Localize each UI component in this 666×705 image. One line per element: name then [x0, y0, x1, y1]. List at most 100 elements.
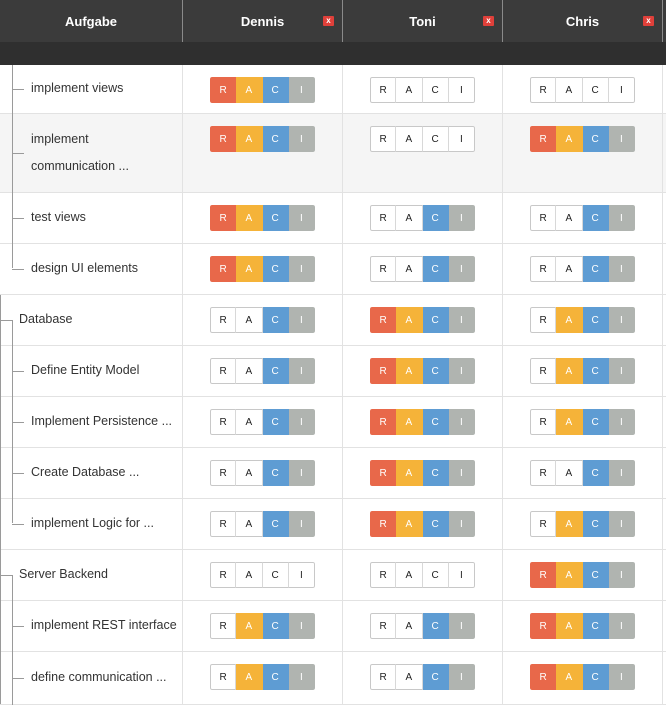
raci-option-r[interactable]: R: [210, 409, 237, 435]
raci-selector-toni[interactable]: RACI: [370, 77, 475, 103]
raci-option-c[interactable]: C: [582, 256, 609, 282]
raci-option-i[interactable]: I: [608, 205, 635, 231]
raci-option-r[interactable]: R: [370, 126, 397, 152]
raci-option-a[interactable]: A: [396, 562, 423, 588]
raci-option-i[interactable]: I: [448, 358, 475, 384]
raci-option-c[interactable]: C: [422, 205, 449, 231]
raci-option-c[interactable]: C: [262, 307, 289, 333]
raci-option-a[interactable]: A: [556, 511, 583, 537]
raci-option-c[interactable]: C: [582, 460, 609, 486]
raci-option-r[interactable]: R: [210, 205, 237, 231]
raci-option-c[interactable]: C: [422, 511, 449, 537]
raci-option-r[interactable]: R: [370, 613, 397, 639]
raci-option-c[interactable]: C: [422, 664, 449, 690]
raci-selector-toni[interactable]: RACI: [370, 409, 475, 435]
raci-option-a[interactable]: A: [236, 358, 263, 384]
raci-option-a[interactable]: A: [556, 613, 583, 639]
raci-option-i[interactable]: I: [448, 205, 475, 231]
raci-option-i[interactable]: I: [448, 77, 475, 103]
raci-selector-dennis[interactable]: RACI: [210, 664, 315, 690]
raci-option-a[interactable]: A: [556, 358, 583, 384]
raci-option-i[interactable]: I: [288, 460, 315, 486]
raci-option-c[interactable]: C: [262, 358, 289, 384]
raci-selector-dennis[interactable]: RACI: [210, 205, 315, 231]
raci-option-c[interactable]: C: [422, 77, 449, 103]
raci-option-r[interactable]: R: [210, 126, 237, 152]
raci-option-c[interactable]: C: [262, 664, 289, 690]
raci-selector-dennis[interactable]: RACI: [210, 77, 315, 103]
raci-option-c[interactable]: C: [262, 205, 289, 231]
raci-option-r[interactable]: R: [210, 511, 237, 537]
raci-option-a[interactable]: A: [556, 409, 583, 435]
raci-selector-chris[interactable]: RACI: [530, 358, 635, 384]
raci-selector-toni[interactable]: RACI: [370, 126, 475, 152]
raci-selector-chris[interactable]: RACI: [530, 613, 635, 639]
raci-option-r[interactable]: R: [210, 664, 237, 690]
raci-selector-dennis[interactable]: RACI: [210, 256, 315, 282]
raci-option-a[interactable]: A: [236, 562, 263, 588]
raci-option-r[interactable]: R: [370, 77, 397, 103]
raci-option-c[interactable]: C: [422, 460, 449, 486]
raci-option-a[interactable]: A: [396, 126, 423, 152]
raci-option-r[interactable]: R: [210, 256, 237, 282]
raci-option-r[interactable]: R: [210, 358, 237, 384]
raci-option-i[interactable]: I: [608, 126, 635, 152]
raci-option-i[interactable]: I: [608, 409, 635, 435]
raci-option-r[interactable]: R: [370, 307, 397, 333]
raci-option-c[interactable]: C: [582, 613, 609, 639]
raci-option-a[interactable]: A: [236, 307, 263, 333]
raci-option-r[interactable]: R: [210, 613, 237, 639]
raci-option-a[interactable]: A: [236, 256, 263, 282]
raci-selector-dennis[interactable]: RACI: [210, 126, 315, 152]
raci-option-r[interactable]: R: [530, 205, 557, 231]
raci-selector-toni[interactable]: RACI: [370, 664, 475, 690]
raci-option-a[interactable]: A: [396, 256, 423, 282]
raci-selector-chris[interactable]: RACI: [530, 511, 635, 537]
raci-option-r[interactable]: R: [530, 307, 557, 333]
raci-option-r[interactable]: R: [530, 409, 557, 435]
raci-option-c[interactable]: C: [262, 126, 289, 152]
raci-option-c[interactable]: C: [582, 409, 609, 435]
raci-option-i[interactable]: I: [288, 358, 315, 384]
raci-option-a[interactable]: A: [396, 307, 423, 333]
raci-option-i[interactable]: I: [448, 409, 475, 435]
raci-option-r[interactable]: R: [530, 460, 557, 486]
raci-selector-dennis[interactable]: RACI: [210, 613, 315, 639]
raci-option-i[interactable]: I: [288, 126, 315, 152]
raci-option-i[interactable]: I: [288, 664, 315, 690]
raci-option-a[interactable]: A: [556, 460, 583, 486]
raci-selector-chris[interactable]: RACI: [530, 307, 635, 333]
raci-option-r[interactable]: R: [210, 460, 237, 486]
raci-option-c[interactable]: C: [422, 409, 449, 435]
raci-selector-dennis[interactable]: RACI: [210, 460, 315, 486]
raci-option-i[interactable]: I: [608, 358, 635, 384]
raci-option-r[interactable]: R: [530, 77, 557, 103]
raci-option-i[interactable]: I: [448, 307, 475, 333]
raci-option-a[interactable]: A: [556, 77, 583, 103]
raci-option-i[interactable]: I: [288, 256, 315, 282]
raci-selector-chris[interactable]: RACI: [530, 562, 635, 588]
raci-option-c[interactable]: C: [582, 562, 609, 588]
raci-selector-toni[interactable]: RACI: [370, 256, 475, 282]
raci-option-a[interactable]: A: [236, 664, 263, 690]
raci-option-c[interactable]: C: [422, 358, 449, 384]
raci-option-i[interactable]: I: [288, 77, 315, 103]
raci-option-i[interactable]: I: [448, 562, 475, 588]
raci-option-a[interactable]: A: [556, 126, 583, 152]
raci-option-r[interactable]: R: [210, 562, 237, 588]
raci-option-r[interactable]: R: [370, 358, 397, 384]
raci-selector-toni[interactable]: RACI: [370, 562, 475, 588]
raci-option-r[interactable]: R: [370, 409, 397, 435]
raci-option-c[interactable]: C: [582, 664, 609, 690]
raci-option-a[interactable]: A: [396, 409, 423, 435]
raci-option-a[interactable]: A: [236, 205, 263, 231]
raci-option-a[interactable]: A: [236, 126, 263, 152]
raci-option-i[interactable]: I: [448, 256, 475, 282]
raci-option-a[interactable]: A: [556, 256, 583, 282]
raci-selector-toni[interactable]: RACI: [370, 307, 475, 333]
raci-option-c[interactable]: C: [422, 613, 449, 639]
raci-option-r[interactable]: R: [210, 77, 237, 103]
raci-option-i[interactable]: I: [448, 126, 475, 152]
raci-option-a[interactable]: A: [396, 511, 423, 537]
raci-selector-chris[interactable]: RACI: [530, 256, 635, 282]
